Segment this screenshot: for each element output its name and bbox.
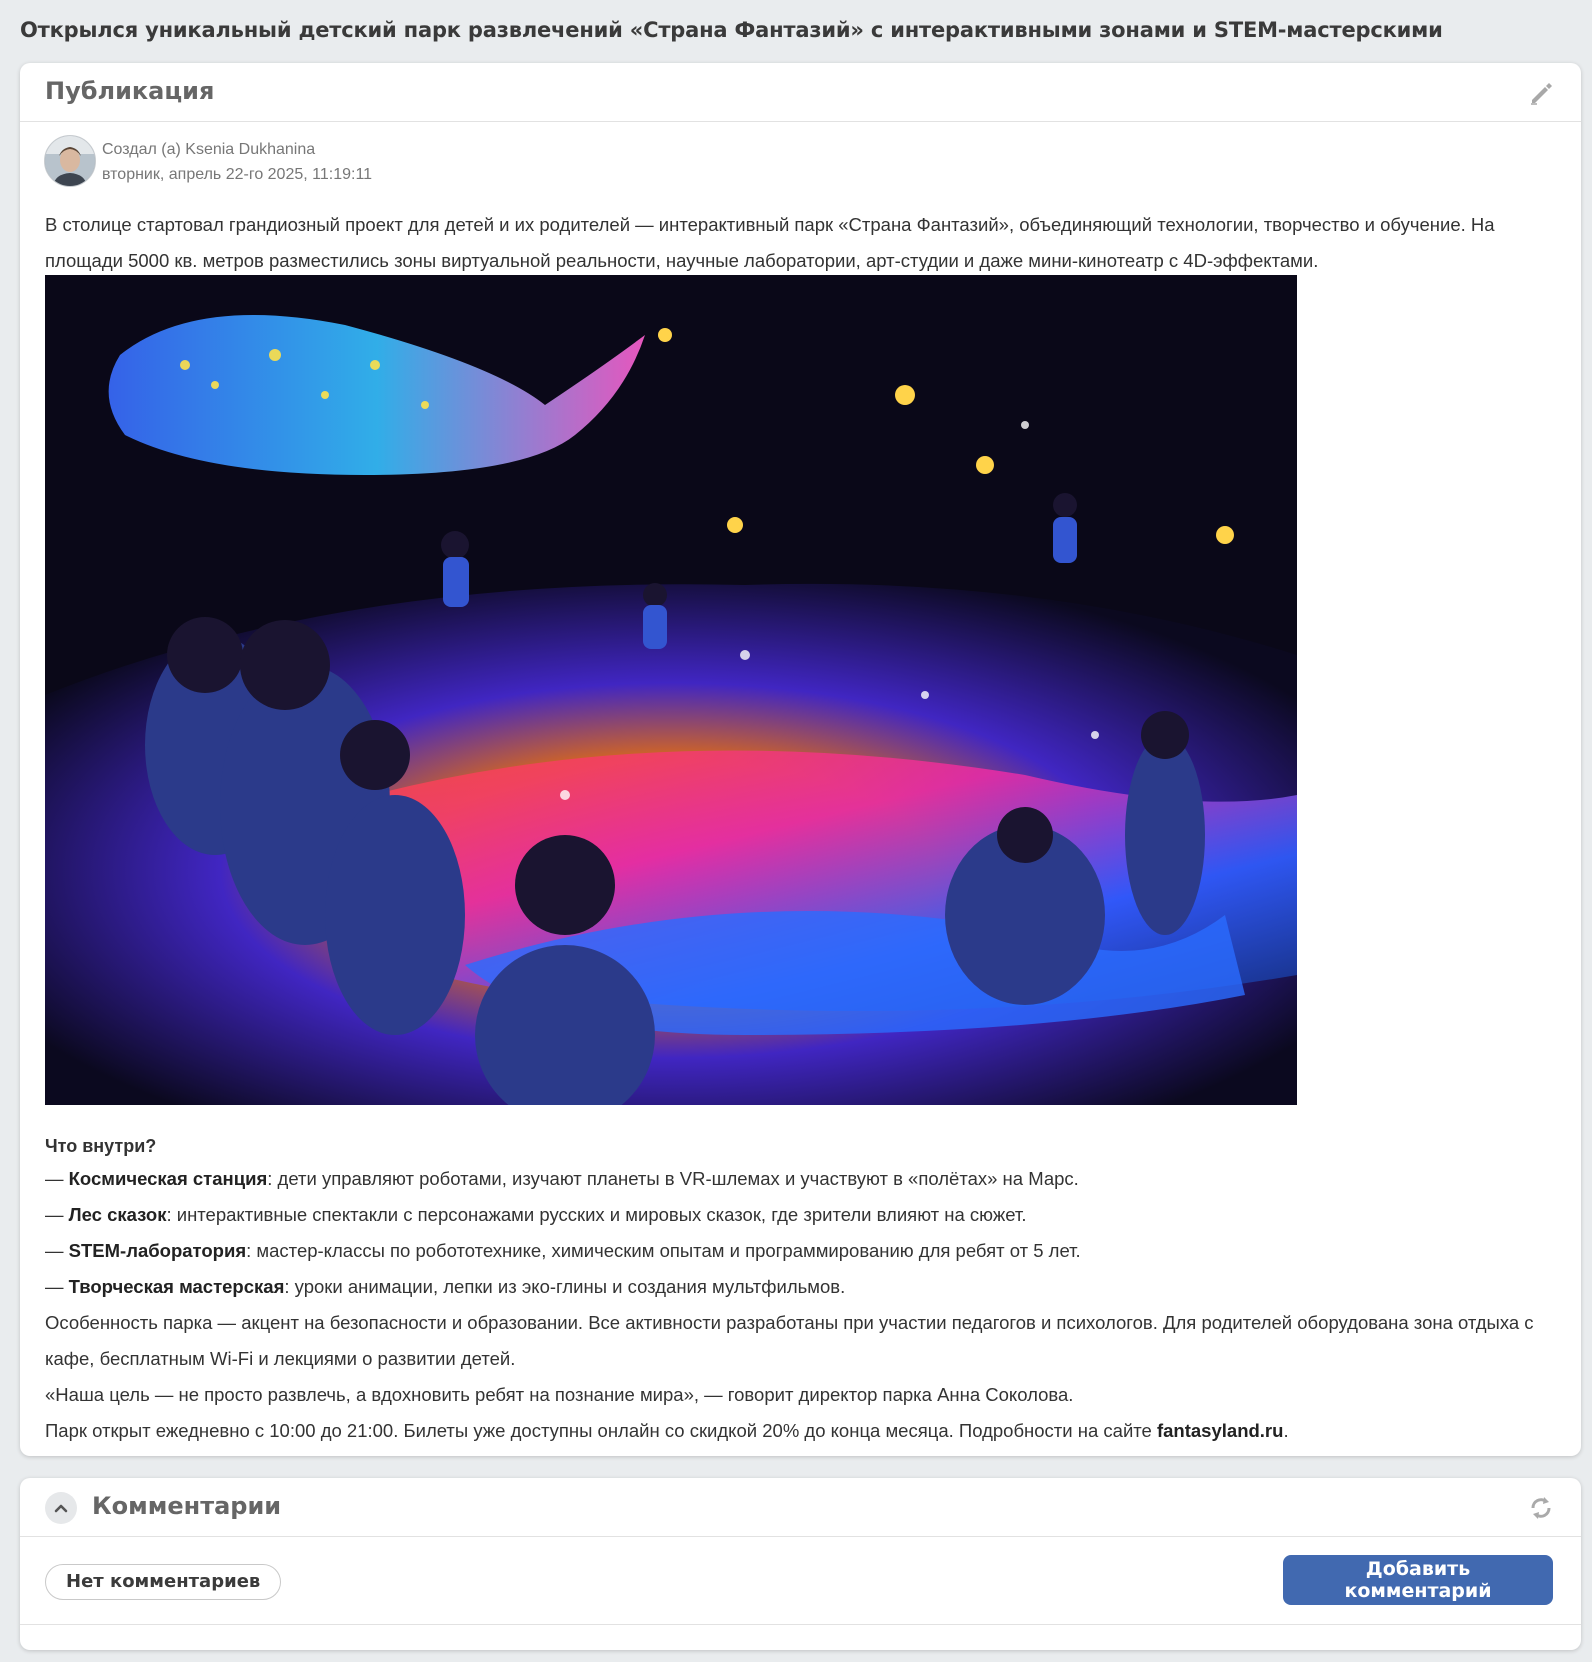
post-card: Публикация Создал (а) Ksenia Dukhanina в…: [20, 63, 1581, 1456]
pencil-icon[interactable]: [1527, 79, 1555, 107]
post-header: Публикация: [20, 63, 1581, 122]
post-image: [45, 275, 1297, 1105]
features-paragraph: Особенность парка — акцент на безопаснос…: [45, 1312, 1534, 1369]
chevron-up-icon: [54, 1504, 68, 1513]
comments-header-title: Комментарии: [92, 1492, 282, 1520]
collapse-button[interactable]: [45, 1492, 77, 1524]
refresh-icon[interactable]: [1527, 1494, 1555, 1522]
post-details: Что внутри? — Космическая станция: дети …: [45, 1131, 1565, 1449]
section-heading: Что внутри?: [45, 1136, 157, 1156]
no-comments-badge: Нет комментариев: [45, 1564, 282, 1600]
site-link[interactable]: fantasyland.ru: [1157, 1420, 1283, 1441]
zone-item: — Творческая мастерская: уроки анимации,…: [45, 1276, 846, 1297]
zone-name: Космическая станция: [68, 1168, 268, 1189]
zone-item: — Космическая станция: дети управляют ро…: [45, 1168, 1079, 1189]
zone-name: STEM-лаборатория: [68, 1240, 247, 1261]
zone-name: Творческая мастерская: [68, 1276, 285, 1297]
zone-item: — STEM-лаборатория: мастер-классы по роб…: [45, 1240, 1081, 1261]
comments-header: Комментарии: [20, 1478, 1581, 1537]
comments-card: Комментарии Нет комментариев Добавить ко…: [20, 1478, 1581, 1650]
post-date: вторник, апрель 22-го 2025, 11:19:11: [102, 166, 373, 183]
add-comment-button[interactable]: Добавить комментарий: [1283, 1555, 1553, 1605]
quote-paragraph: «Наша цель — не просто развлечь, а вдохн…: [45, 1384, 1074, 1405]
post-intro: В столице стартовал грандиозный проект д…: [45, 214, 1495, 271]
closing-paragraph: Парк открыт ежедневно с 10:00 до 21:00. …: [45, 1420, 1289, 1441]
zone-item: — Лес сказок: интерактивные спектакли с …: [45, 1204, 1027, 1225]
page-title: Открылся уникальный детский парк развлеч…: [20, 18, 1443, 42]
post-header-title: Публикация: [45, 77, 215, 105]
avatar[interactable]: [44, 135, 96, 187]
divider: [20, 1624, 1581, 1625]
zone-name: Лес сказок: [68, 1204, 167, 1225]
author-name: Создал (а) Ksenia Dukhanina: [102, 141, 316, 158]
